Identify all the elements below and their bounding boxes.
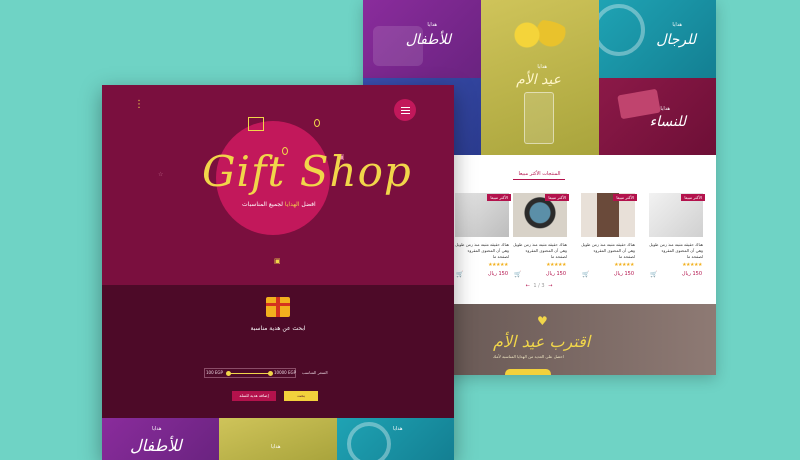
category-tile-men[interactable]: هدايا للرجال: [599, 0, 716, 78]
product-price: 150 ريال: [681, 271, 702, 277]
cart-icon[interactable]: 🛒: [514, 271, 521, 278]
search-section: ابحث عن هدية مناسبة: [102, 285, 454, 418]
logo: Gift Shop: [202, 147, 412, 196]
price-slider-handle-min[interactable]: [226, 371, 231, 376]
bottom-category-kids[interactable]: هدايا للأطفال: [102, 418, 219, 460]
hamburger-menu-button[interactable]: [394, 99, 416, 121]
price-max: 10000 EGP: [274, 370, 297, 375]
category-badge: هدايا: [427, 22, 437, 28]
vase-image: [524, 92, 554, 144]
product-name: هناك حقيقة مثبتة منذ زمن طويل وهي أن الم…: [513, 242, 567, 259]
category-tile-kids[interactable]: هدايا للأطفال: [363, 0, 481, 78]
banner-title: اقترب عيد الأم: [493, 332, 591, 351]
price-min: 100 EGP: [206, 370, 223, 375]
watch-image: [599, 4, 645, 56]
category-badge: هدايا: [393, 426, 403, 432]
category-tile-mothers-day[interactable]: هدايا عيد الأم: [481, 0, 599, 155]
product-name: هناك حقيقة مثبتة منذ زمن طويل وهي أن الم…: [455, 242, 509, 259]
balloon-icon: [314, 119, 320, 127]
prev-arrow-icon[interactable]: ←: [526, 283, 530, 289]
front-page: ⋮ ☆ ▣ ▣ Gift Shop افضل الهدايا لجميع الم…: [102, 85, 454, 460]
bestseller-badge: الأكثر مبيعا: [681, 194, 705, 201]
bestseller-badge: الأكثر مبيعا: [487, 194, 511, 201]
category-title: للرجال: [656, 32, 696, 48]
gift-outline-icon: [248, 117, 264, 131]
product-name: هناك حقيقة مثبتة منذ زمن طويل وهي أن الم…: [581, 242, 635, 259]
hero: ⋮ ☆ ▣ ▣ Gift Shop افضل الهدايا لجميع الم…: [102, 85, 454, 285]
price-slider-fill: [228, 373, 270, 374]
tagline: افضل الهدايا لجميع المناسبات: [242, 201, 316, 208]
price-label: السعر المناسب: [302, 370, 328, 375]
rating-stars: ★★★★★: [682, 262, 702, 268]
category-badge: هدايا: [271, 444, 281, 450]
heart-icon: ♥: [537, 314, 548, 328]
category-title: للأطفال: [130, 436, 182, 455]
flowers-image: [509, 20, 569, 50]
banner-button[interactable]: [505, 369, 551, 375]
cart-icon[interactable]: 🛒: [582, 271, 589, 278]
banner-subtitle: احصل على العديد من الهدايا المناسبة لأمك: [493, 354, 564, 359]
star-icon: ☆: [158, 171, 164, 178]
bottom-category-mothers-day[interactable]: هدايا: [219, 418, 337, 460]
gift-box-icon: [266, 297, 290, 317]
bestseller-badge: الأكثر مبيعا: [545, 194, 569, 201]
product-card[interactable]: الأكثر مبيعا هناك حقيقة مثبتة منذ زمن طو…: [453, 191, 511, 287]
bestseller-badge: الأكثر مبيعا: [613, 194, 637, 201]
category-badge: هدايا: [672, 22, 682, 28]
category-badge: هدايا: [537, 64, 547, 70]
category-title: للأطفال: [405, 32, 451, 48]
product-name: هناك حقيقة مثبتة منذ زمن طويل وهي أن الم…: [649, 242, 703, 259]
watch-image: [347, 422, 391, 460]
bottom-category-men[interactable]: هدايا: [337, 418, 454, 460]
rating-stars: ★★★★★: [488, 262, 508, 268]
product-card[interactable]: الأكثر مبيعا هناك حقيقة مثبتة منذ زمن طو…: [647, 191, 705, 287]
rating-stars: ★★★★★: [546, 262, 566, 268]
cart-icon[interactable]: 🛒: [456, 271, 463, 278]
category-tile-women[interactable]: هدايا للنساء: [599, 78, 716, 155]
pager-label: 1 / 3: [533, 283, 545, 289]
mothers-day-banner[interactable]: ♥ اقترب عيد الأم احصل على العديد من الهد…: [453, 304, 716, 375]
product-price: 150 ريال: [613, 271, 634, 277]
dots-menu-icon[interactable]: ⋮: [134, 100, 144, 110]
price-slider-handle-max[interactable]: [268, 371, 273, 376]
rating-stars: ★★★★★: [614, 262, 634, 268]
section-underline: [513, 179, 565, 180]
category-title: عيد الأم: [516, 72, 561, 88]
category-badge: هدايا: [152, 426, 162, 432]
product-card[interactable]: الأكثر مبيعا هناك حقيقة مثبتة منذ زمن طو…: [511, 191, 569, 287]
add-to-cart-button[interactable]: إضافة هدية للسلة: [232, 391, 276, 401]
search-title: ابحث عن هدية مناسبة: [250, 325, 306, 332]
product-card[interactable]: الأكثر مبيعا هناك حقيقة مثبتة منذ زمن طو…: [579, 191, 637, 287]
category-title: للنساء: [649, 114, 686, 130]
product-price: 150 ريال: [487, 271, 508, 277]
pager: ← 1 / 3 →: [513, 283, 565, 289]
next-arrow-icon[interactable]: →: [548, 283, 552, 289]
search-button[interactable]: بحث: [284, 391, 318, 401]
gift-small-icon: ▣: [274, 257, 281, 265]
cart-icon[interactable]: 🛒: [650, 271, 657, 278]
category-badge: هدايا: [660, 106, 670, 112]
product-price: 150 ريال: [545, 271, 566, 277]
